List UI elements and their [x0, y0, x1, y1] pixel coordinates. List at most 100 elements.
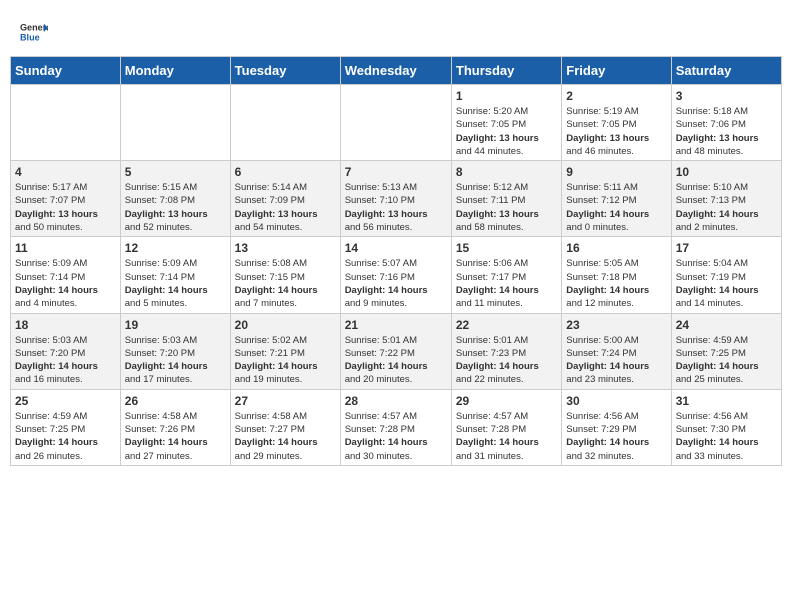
calendar-cell: 27Sunrise: 4:58 AMSunset: 7:27 PMDayligh… — [230, 389, 340, 465]
day-number: 4 — [15, 165, 116, 179]
day-detail: and 7 minutes. — [235, 298, 297, 309]
day-detail: Sunrise: 5:06 AM — [456, 258, 528, 269]
day-number: 3 — [676, 89, 777, 103]
calendar-cell: 11Sunrise: 5:09 AMSunset: 7:14 PMDayligh… — [11, 237, 121, 313]
day-detail: and 5 minutes. — [125, 298, 187, 309]
day-info: Sunrise: 5:12 AMSunset: 7:11 PMDaylight:… — [456, 181, 557, 234]
day-number: 18 — [15, 318, 116, 332]
day-detail: Sunrise: 5:13 AM — [345, 182, 417, 193]
weekday-header: Wednesday — [340, 57, 451, 85]
day-number: 17 — [676, 241, 777, 255]
day-detail: Sunrise: 4:58 AM — [125, 411, 197, 422]
page-header: General Blue — [10, 10, 782, 50]
day-info: Sunrise: 5:08 AMSunset: 7:15 PMDaylight:… — [235, 257, 336, 310]
day-detail: Sunrise: 5:10 AM — [676, 182, 748, 193]
day-detail: Sunset: 7:16 PM — [345, 272, 415, 283]
day-detail: Sunset: 7:18 PM — [566, 272, 636, 283]
day-detail: and 0 minutes. — [566, 222, 628, 233]
calendar-cell — [230, 85, 340, 161]
day-info: Sunrise: 4:57 AMSunset: 7:28 PMDaylight:… — [456, 410, 557, 463]
day-detail: Sunrise: 5:19 AM — [566, 106, 638, 117]
day-detail: Sunrise: 5:20 AM — [456, 106, 528, 117]
day-detail: Sunset: 7:20 PM — [15, 348, 85, 359]
day-number: 23 — [566, 318, 666, 332]
day-detail: Sunrise: 5:14 AM — [235, 182, 307, 193]
day-info: Sunrise: 5:10 AMSunset: 7:13 PMDaylight:… — [676, 181, 777, 234]
weekday-header: Tuesday — [230, 57, 340, 85]
day-number: 25 — [15, 394, 116, 408]
daylight-hours-label: Daylight: 14 hours — [456, 437, 539, 448]
day-detail: and 17 minutes. — [125, 374, 193, 385]
day-detail: Sunrise: 5:12 AM — [456, 182, 528, 193]
day-detail: Sunset: 7:24 PM — [566, 348, 636, 359]
calendar-cell: 28Sunrise: 4:57 AMSunset: 7:28 PMDayligh… — [340, 389, 451, 465]
daylight-hours-label: Daylight: 14 hours — [566, 437, 649, 448]
day-detail: and 32 minutes. — [566, 451, 634, 462]
day-detail: Sunset: 7:19 PM — [676, 272, 746, 283]
day-info: Sunrise: 4:58 AMSunset: 7:26 PMDaylight:… — [125, 410, 226, 463]
day-detail: and 33 minutes. — [676, 451, 744, 462]
calendar-cell: 20 Sunrise: 5:02 AMSunset: 7:21 PMDayligh… — [230, 313, 340, 389]
day-number: 10 — [676, 165, 777, 179]
daylight-hours-label: Daylight: 14 hours — [676, 437, 759, 448]
day-detail: Sunset: 7:17 PM — [456, 272, 526, 283]
calendar-cell: 6Sunrise: 5:14 AMSunset: 7:09 PMDaylight… — [230, 161, 340, 237]
calendar-cell: 16Sunrise: 5:05 AMSunset: 7:18 PMDayligh… — [562, 237, 671, 313]
day-info: Sunrise: 4:59 AMSunset: 7:25 PMDaylight:… — [676, 334, 777, 387]
day-detail: Sunrise: 5:18 AM — [676, 106, 748, 117]
weekday-header: Sunday — [11, 57, 121, 85]
calendar-header-row: SundayMondayTuesdayWednesdayThursdayFrid… — [11, 57, 782, 85]
day-number: 24 — [676, 318, 777, 332]
daylight-hours-label: Daylight: 13 hours — [566, 133, 649, 144]
day-detail: Sunrise: 5:03 AM — [15, 335, 87, 346]
day-info: Sunrise: 5:20 AMSunset: 7:05 PMDaylight:… — [456, 105, 557, 158]
day-detail: Sunset: 7:20 PM — [125, 348, 195, 359]
day-info: Sunrise: 5:02 AMSunset: 7:21 PMDaylight:… — [235, 334, 336, 387]
day-detail: Sunset: 7:08 PM — [125, 195, 195, 206]
day-detail: and 14 minutes. — [676, 298, 744, 309]
logo-icon: General Blue — [20, 18, 48, 46]
daylight-hours-label: Daylight: 14 hours — [125, 361, 208, 372]
day-info: Sunrise: 5:04 AMSunset: 7:19 PMDaylight:… — [676, 257, 777, 310]
calendar-cell: 19Sunrise: 5:03 AMSunset: 7:20 PMDayligh… — [120, 313, 230, 389]
day-detail: Sunrise: 4:57 AM — [345, 411, 417, 422]
day-detail: Sunrise: 4:58 AM — [235, 411, 307, 422]
day-number: 20 — [235, 318, 336, 332]
day-number: 1 — [456, 89, 557, 103]
day-detail: and 19 minutes. — [235, 374, 303, 385]
day-info: Sunrise: 5:07 AMSunset: 7:16 PMDaylight:… — [345, 257, 447, 310]
day-detail: Sunset: 7:25 PM — [676, 348, 746, 359]
day-detail: and 12 minutes. — [566, 298, 634, 309]
day-detail: Sunset: 7:13 PM — [676, 195, 746, 206]
daylight-hours-label: Daylight: 14 hours — [676, 285, 759, 296]
day-detail: Sunrise: 5:03 AM — [125, 335, 197, 346]
day-info: Sunrise: 5:18 AMSunset: 7:06 PMDaylight:… — [676, 105, 777, 158]
calendar-cell: 13Sunrise: 5:08 AMSunset: 7:15 PMDayligh… — [230, 237, 340, 313]
daylight-hours-label: Daylight: 14 hours — [345, 285, 428, 296]
day-detail: Sunset: 7:11 PM — [456, 195, 526, 206]
daylight-hours-label: Daylight: 14 hours — [345, 437, 428, 448]
day-number: 21 — [345, 318, 447, 332]
day-number: 22 — [456, 318, 557, 332]
calendar-cell — [120, 85, 230, 161]
day-detail: Sunrise: 5:02 AM — [235, 335, 307, 346]
day-detail: and 54 minutes. — [235, 222, 303, 233]
day-info: Sunrise: 4:59 AMSunset: 7:25 PMDaylight:… — [15, 410, 116, 463]
calendar-cell: 21Sunrise: 5:01 AMSunset: 7:22 PMDayligh… — [340, 313, 451, 389]
day-detail: Sunrise: 5:09 AM — [125, 258, 197, 269]
weekday-header: Saturday — [671, 57, 781, 85]
calendar-cell: 30Sunrise: 4:56 AMSunset: 7:29 PMDayligh… — [562, 389, 671, 465]
day-detail: and 25 minutes. — [676, 374, 744, 385]
day-detail: Sunset: 7:28 PM — [456, 424, 526, 435]
day-detail: and 4 minutes. — [15, 298, 77, 309]
weekday-header: Friday — [562, 57, 671, 85]
calendar-cell: 15Sunrise: 5:06 AMSunset: 7:17 PMDayligh… — [451, 237, 561, 313]
calendar-week-row: 4Sunrise: 5:17 AMSunset: 7:07 PMDaylight… — [11, 161, 782, 237]
day-detail: Sunrise: 5:17 AM — [15, 182, 87, 193]
day-detail: and 44 minutes. — [456, 146, 524, 157]
calendar-cell: 26Sunrise: 4:58 AMSunset: 7:26 PMDayligh… — [120, 389, 230, 465]
calendar-week-row: 25 Sunrise: 4:59 AMSunset: 7:25 PMDayligh… — [11, 389, 782, 465]
day-number: 14 — [345, 241, 447, 255]
daylight-hours-label: Daylight: 13 hours — [676, 133, 759, 144]
day-detail: and 23 minutes. — [566, 374, 634, 385]
